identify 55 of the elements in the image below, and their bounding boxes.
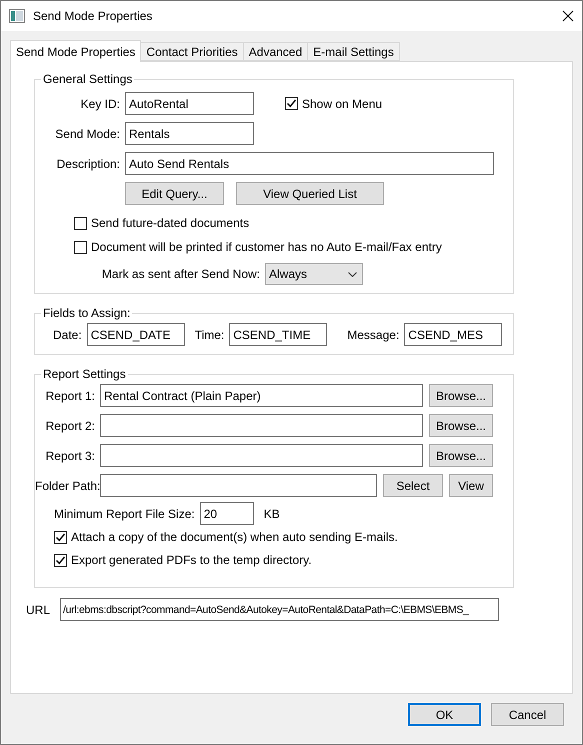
input-field[interactable] — [100, 444, 423, 467]
group-title: General Settings — [42, 72, 134, 86]
tab[interactable]: Send Mode Properties — [10, 40, 142, 62]
tab[interactable]: E-mail Settings — [307, 42, 400, 61]
check-icon — [55, 554, 66, 566]
field-label: Mark as sent after Send Now: — [100, 267, 261, 281]
chevron-icon — [348, 272, 357, 276]
field-label: Report 3: — [44, 448, 96, 462]
input-field[interactable]: Auto Send Rentals — [125, 152, 494, 175]
input-field[interactable]: CSEND_MES — [404, 323, 502, 346]
select-button[interactable]: Select — [383, 474, 443, 497]
field-label: Send Mode: — [54, 126, 121, 140]
browse-button[interactable]: Browse... — [429, 444, 493, 467]
checkbox[interactable]: Export generated PDFs to the temp directory. — [54, 553, 312, 567]
input-field[interactable] — [100, 474, 377, 497]
unit-label: KB — [264, 506, 280, 520]
input-field[interactable]: CSEND_DATE — [86, 323, 185, 346]
dropdown[interactable]: Always — [265, 263, 363, 285]
dialog-button[interactable]: OK — [408, 703, 481, 726]
edit-query-button[interactable]: Edit Query... — [125, 182, 224, 205]
group-title: Report Settings — [42, 367, 127, 381]
browse-button[interactable]: Browse... — [429, 384, 493, 407]
dialog-button[interactable]: Cancel — [491, 703, 564, 726]
field-label: Minimum Report File Size: — [54, 506, 195, 520]
input-field[interactable]: CSEND_TIME — [229, 323, 328, 346]
browse-button[interactable]: Browse... — [429, 414, 493, 437]
field-label: Description: — [56, 156, 121, 170]
field-label: Key ID: — [80, 96, 121, 110]
input-field[interactable]: Rentals — [125, 122, 254, 145]
check-icon — [286, 98, 297, 109]
tab[interactable]: Contact Priorities — [140, 42, 244, 61]
checkbox[interactable]: Send future-dated documents — [74, 216, 250, 230]
field-label: Time: — [194, 328, 224, 342]
url-field[interactable]: /url:ebms:dbscript?command=AutoSend&Autokey=AutoRental&DataPath=C:\EBMS\EBMS_ — [60, 598, 500, 621]
checkbox[interactable]: Show on Menu — [285, 96, 382, 110]
field-label: Report 1: — [44, 388, 96, 402]
field-label: Date: — [53, 328, 82, 342]
field-label: Report 2: — [44, 418, 96, 432]
close-icon[interactable] — [562, 10, 574, 22]
input-field[interactable] — [100, 414, 423, 437]
window-title: Send Mode Properties — [33, 9, 154, 23]
checkbox[interactable]: Attach a copy of the document(s) when auto sending E-mails. — [54, 530, 398, 544]
field-label: Message: — [347, 328, 400, 342]
check-icon — [55, 532, 66, 542]
view-list-button[interactable]: View Queried List — [236, 182, 384, 205]
group-title: Fields to Assign: — [42, 306, 132, 320]
input-field[interactable]: AutoRental — [125, 92, 254, 115]
input-field[interactable]: Rental Contract (Plain Paper) — [100, 384, 423, 407]
input-field[interactable]: 20 — [200, 502, 254, 525]
field-label: URL — [26, 602, 50, 616]
field-label: Folder Path: — [35, 478, 100, 492]
checkbox[interactable]: Document will be printed if customer has no Auto E-mail/Fax entry — [74, 240, 442, 254]
app-icon — [9, 9, 25, 23]
view-button[interactable]: View — [449, 474, 493, 497]
tab[interactable]: Advanced — [242, 42, 308, 61]
